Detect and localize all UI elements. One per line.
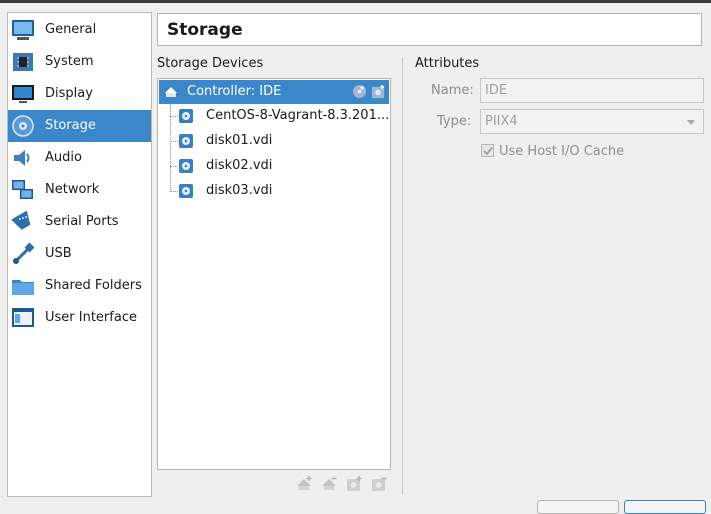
remove-attachment-icon[interactable]: [370, 475, 388, 493]
chip-icon: [13, 53, 33, 71]
disk-row-disk01[interactable]: disk01.vdi: [178, 129, 390, 153]
sidebar-item-audio[interactable]: Audio: [8, 142, 151, 174]
hard-disk-icon: [179, 159, 193, 173]
attributes-label: Attributes: [415, 56, 480, 71]
controller-label: Controller: IDE: [187, 84, 282, 99]
controller-ide-row[interactable]: Controller: IDE: [159, 80, 389, 104]
serial-port-icon: [11, 210, 31, 230]
checkmark-icon: [483, 147, 493, 156]
add-hard-disk-icon[interactable]: [371, 84, 386, 99]
name-label: Name:: [431, 83, 474, 98]
cancel-button[interactable]: [537, 500, 619, 514]
add-attachment-icon[interactable]: [345, 475, 363, 493]
sidebar-item-user-interface[interactable]: User Interface: [8, 302, 151, 334]
monitor-general-icon: [12, 20, 34, 40]
sidebar-item-label: Network: [45, 182, 100, 197]
disk-row-disk02[interactable]: disk02.vdi: [178, 154, 390, 178]
sidebar-item-label: Storage: [45, 118, 96, 133]
panel-divider: [402, 57, 403, 495]
name-value: IDE: [485, 83, 508, 98]
sidebar-item-serial-ports[interactable]: Serial Ports: [8, 206, 151, 238]
usb-icon: [13, 242, 35, 264]
sidebar-item-network[interactable]: Network: [8, 174, 151, 206]
add-optical-drive-icon[interactable]: [352, 84, 367, 99]
type-label: Type:: [437, 114, 472, 129]
name-field[interactable]: IDE: [480, 78, 704, 103]
ok-button[interactable]: [624, 500, 706, 514]
window-top-edge: [0, 0, 711, 3]
sidebar-item-storage[interactable]: Storage: [8, 110, 151, 142]
remove-controller-icon[interactable]: [320, 475, 338, 493]
disk-row-centos[interactable]: CentOS-8-Vagrant-8.3.201...: [178, 104, 390, 128]
sidebar-item-display[interactable]: Display: [8, 78, 151, 110]
sidebar-item-label: Serial Ports: [45, 214, 119, 229]
controller-icon: [165, 87, 177, 97]
page-title-box: Storage: [157, 13, 702, 46]
chevron-down-icon: [687, 120, 695, 125]
sidebar-item-label: User Interface: [45, 310, 137, 325]
tree-connector: [170, 141, 178, 142]
disk-row-disk03[interactable]: disk03.vdi: [178, 179, 390, 203]
network-icon: [12, 180, 33, 199]
sidebar-item-general[interactable]: General: [8, 14, 151, 46]
display-icon: [12, 85, 34, 103]
type-combo[interactable]: PIIX4: [480, 109, 704, 134]
storage-devices-label: Storage Devices: [157, 56, 264, 71]
sidebar-item-shared-folders[interactable]: Shared Folders: [8, 270, 151, 302]
sidebar-item-system[interactable]: System: [8, 46, 151, 78]
hard-disk-icon: [179, 109, 193, 123]
disk-icon: [12, 115, 34, 137]
folder-icon: [12, 280, 34, 295]
sidebar-item-usb[interactable]: USB: [8, 238, 151, 270]
sidebar-item-label: Shared Folders: [45, 278, 142, 293]
use-host-io-cache-checkbox[interactable]: [481, 144, 494, 157]
type-value: PIIX4: [485, 114, 518, 129]
use-host-io-cache-label: Use Host I/O Cache: [499, 144, 625, 159]
disk-label: disk02.vdi: [206, 158, 273, 173]
sidebar-item-label: USB: [45, 246, 72, 261]
tree-connector: [170, 191, 178, 192]
disk-label: disk01.vdi: [206, 133, 273, 148]
tree-connector: [170, 166, 178, 167]
disk-label: CentOS-8-Vagrant-8.3.201...: [206, 108, 390, 123]
sidebar-item-label: Display: [45, 86, 93, 101]
disk-label: disk03.vdi: [206, 183, 273, 198]
tree-connector: [170, 104, 171, 192]
speaker-icon: [14, 150, 30, 166]
window-icon: [12, 308, 34, 327]
tree-connector: [170, 116, 178, 117]
add-controller-icon[interactable]: [295, 475, 313, 493]
storage-tree[interactable]: Controller: IDE CentOS-8-Vagrant-8.3.201…: [157, 78, 391, 470]
settings-sidebar: General System Display Storage Audio Net…: [7, 12, 152, 497]
sidebar-item-label: General: [45, 22, 97, 37]
hard-disk-icon: [179, 184, 193, 198]
page-title: Storage: [167, 20, 243, 40]
sidebar-item-label: System: [45, 54, 94, 69]
hard-disk-icon: [179, 134, 193, 148]
sidebar-item-label: Audio: [45, 150, 82, 165]
